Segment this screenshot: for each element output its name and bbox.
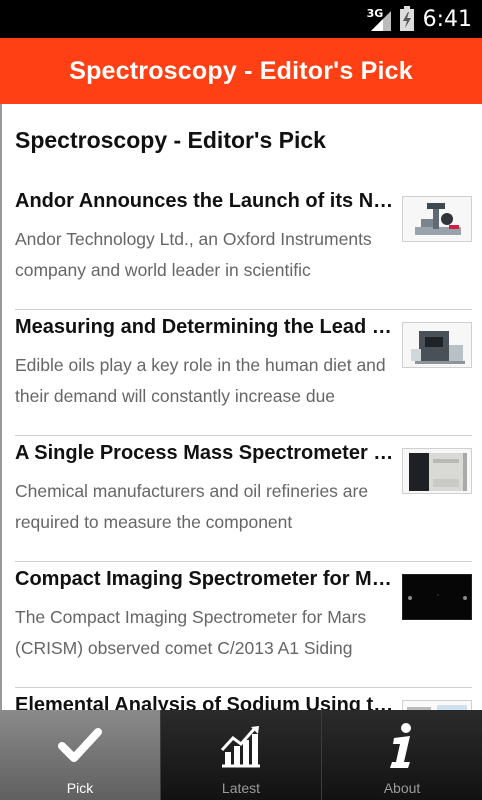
app-bar: Spectroscopy - Editor's Pick bbox=[0, 38, 482, 104]
article-thumbnail bbox=[402, 700, 472, 710]
battery-icon bbox=[399, 6, 414, 31]
article-headline: Compact Imaging Spectrometer for M… bbox=[15, 568, 392, 590]
article-item[interactable]: Andor Announces the Launch of its Ne… An… bbox=[2, 184, 482, 310]
article-list: Andor Announces the Launch of its Ne… An… bbox=[2, 184, 482, 710]
section-title: Spectroscopy - Editor's Pick bbox=[15, 127, 326, 153]
article-summary: The Compact Imaging Spectrometer for Mar… bbox=[15, 607, 367, 658]
tab-pick[interactable]: Pick bbox=[0, 710, 160, 800]
article-thumbnail bbox=[402, 574, 472, 620]
chart-icon bbox=[217, 722, 265, 770]
article-headline: A Single Process Mass Spectrometer … bbox=[15, 442, 394, 464]
chart-document-image bbox=[403, 701, 471, 710]
status-bar: 3G 6:41 bbox=[0, 0, 482, 38]
article-thumbnail bbox=[402, 322, 472, 368]
tab-latest[interactable]: Latest bbox=[160, 710, 321, 800]
article-item[interactable]: A Single Process Mass Spectrometer … Che… bbox=[2, 436, 482, 562]
article-thumbnail bbox=[402, 448, 472, 494]
article-headline: Andor Announces the Launch of its Ne… bbox=[15, 190, 395, 212]
microscope-instrument-image bbox=[403, 197, 471, 241]
info-icon bbox=[378, 722, 426, 770]
article-summary: Chemical manufacturers and oil refinerie… bbox=[15, 481, 369, 532]
spectrometer-instrument-image bbox=[403, 323, 471, 367]
article-summary: Andor Technology Ltd., an Oxford Instrum… bbox=[15, 229, 372, 280]
tab-about[interactable]: About bbox=[321, 710, 482, 800]
article-headline: Elemental Analysis of Sodium Using t… bbox=[15, 694, 394, 710]
article-item[interactable]: Measuring and Determining the Lead (… Ed… bbox=[2, 310, 482, 436]
tab-label: Latest bbox=[221, 780, 261, 796]
article-list-screen[interactable]: Spectroscopy - Editor's Pick Andor Annou… bbox=[0, 104, 482, 710]
dark-space-image bbox=[403, 575, 471, 619]
status-indicators: 3G 6:41 bbox=[367, 0, 472, 38]
tab-label: About bbox=[383, 780, 421, 796]
check-icon bbox=[56, 722, 104, 770]
app-title: Spectroscopy - Editor's Pick bbox=[69, 56, 413, 85]
tab-label: Pick bbox=[66, 780, 94, 796]
bottom-tab-bar: Pick Latest About bbox=[0, 710, 482, 800]
clock: 6:41 bbox=[422, 6, 472, 32]
article-summary: Edible oils play a key role in the human… bbox=[15, 355, 386, 406]
article-thumbnail bbox=[402, 196, 472, 242]
article-item[interactable]: Elemental Analysis of Sodium Using t… bbox=[2, 688, 482, 710]
article-item[interactable]: Compact Imaging Spectrometer for M… The … bbox=[2, 562, 482, 688]
mass-spectrometer-cabinet-image bbox=[403, 449, 471, 493]
network-indicator: 3G bbox=[367, 5, 391, 33]
article-headline: Measuring and Determining the Lead (… bbox=[15, 316, 395, 338]
signal-icon bbox=[370, 11, 391, 31]
